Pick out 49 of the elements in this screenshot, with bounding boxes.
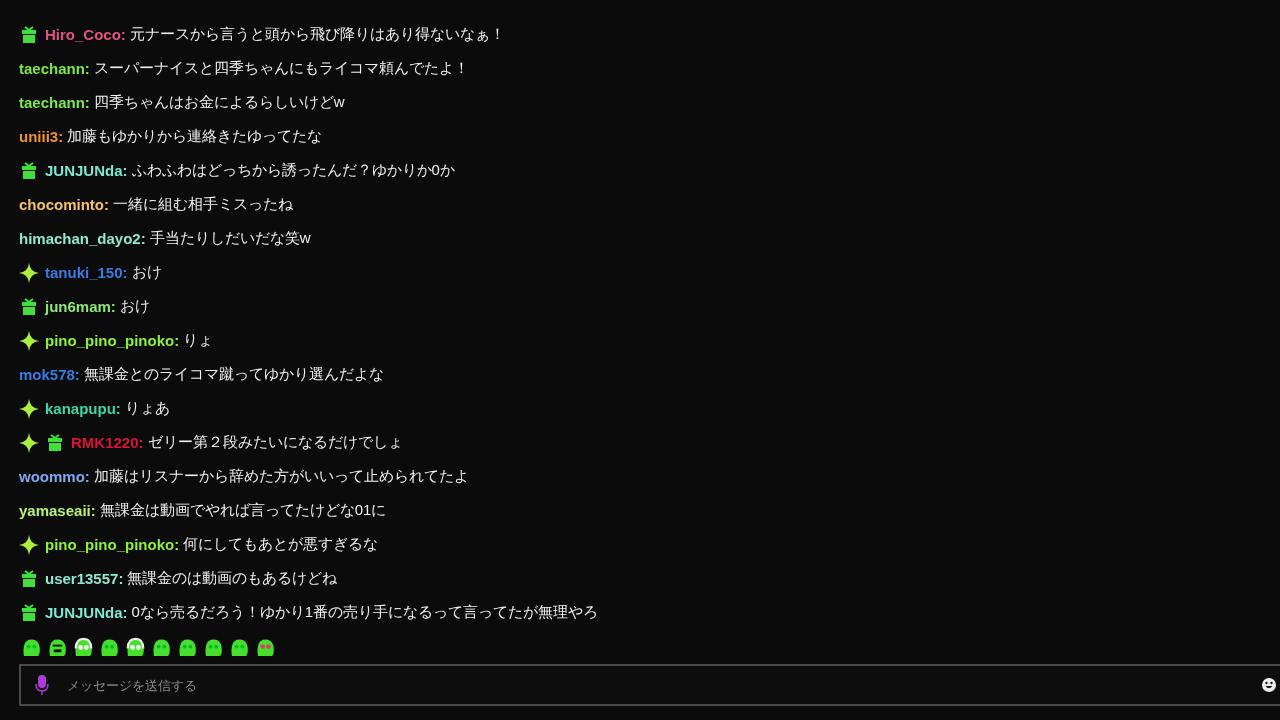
blob-emote-icon[interactable] [177,637,198,658]
username[interactable]: chocominto: [19,196,109,213]
microphone-icon[interactable] [35,675,49,695]
message-text: 手当たりしだいだな笑w [149,229,311,248]
message-text: おけ [131,263,162,282]
username[interactable]: uniii3: [19,128,64,145]
blob-emote-icon[interactable] [151,637,172,658]
message-text: ゼリー第２段みたいになるだけでしょ [147,433,403,452]
message-text: ふわふわはどっちから誘ったんだ？ゆかりか0か [131,161,455,180]
message-text: 何にしてもあとが悪すぎるな [183,535,379,554]
username[interactable]: Hiro_Coco: [45,26,126,43]
blob-emote-icon[interactable] [99,637,120,658]
chat-input-field[interactable]: メッセージを送信する [19,664,1280,706]
headphones-blob-emote-icon[interactable] [125,637,146,658]
headphones-blob-emote-icon[interactable] [73,637,94,658]
message-text: 無課金は動画でやれば言ってたけどな01に [99,501,387,520]
username[interactable]: tanuki_150: [45,264,128,281]
username[interactable]: yamaseaii: [19,502,96,519]
message-text: 元ナースから言うと頭から飛び降りはあり得ないなぁ！ [129,25,505,44]
username[interactable]: user13557: [45,570,124,587]
smiley-icon[interactable] [1262,678,1276,692]
username[interactable]: himachan_dayo2: [19,230,146,247]
message-text: 一緒に組む相手ミスったね [113,195,293,214]
angry-blob-emote-icon[interactable] [47,637,68,658]
username[interactable]: mok578: [19,366,80,383]
blob-emote-icon[interactable] [203,637,224,658]
username[interactable]: woommo: [19,468,90,485]
message-text: りょ [183,331,214,350]
username[interactable]: taechann: [19,94,90,111]
username[interactable]: pino_pino_pinoko: [45,332,180,349]
message-text: 加藤はリスナーから辞めた方がいいって止められてたよ [93,467,469,486]
username[interactable]: jun6mam: [45,298,116,315]
message-text: 四季ちゃんはお金によるらしいけどw [93,93,345,112]
message-text: スーパーナイスと四季ちゃんにもライコマ頼んでたよ！ [93,59,469,78]
blob-emote-icon[interactable] [229,637,250,658]
message-text: 無課金とのライコマ蹴ってゆかり選んだよな [83,365,384,384]
message-text: 加藤もゆかりから連絡きたゆってたな [67,127,323,146]
message-text: りょあ [124,399,170,418]
username[interactable]: pino_pino_pinoko: [45,536,180,553]
message-text: おけ [119,297,150,316]
blob-emote-icon[interactable] [21,637,42,658]
username[interactable]: taechann: [19,60,90,77]
username[interactable]: kanapupu: [45,400,121,417]
username[interactable]: JUNJUNda: [45,604,128,621]
username[interactable]: RMK1220: [71,434,144,451]
heart-eyes-blob-emote-icon[interactable] [255,637,276,658]
message-text: 無課金のは動画のもあるけどね [127,569,338,588]
username[interactable]: JUNJUNda: [45,162,128,179]
message-text: 0なら売るだろう！ゆかり1番の売り手になるって言ってたが無理やろ [131,603,599,622]
